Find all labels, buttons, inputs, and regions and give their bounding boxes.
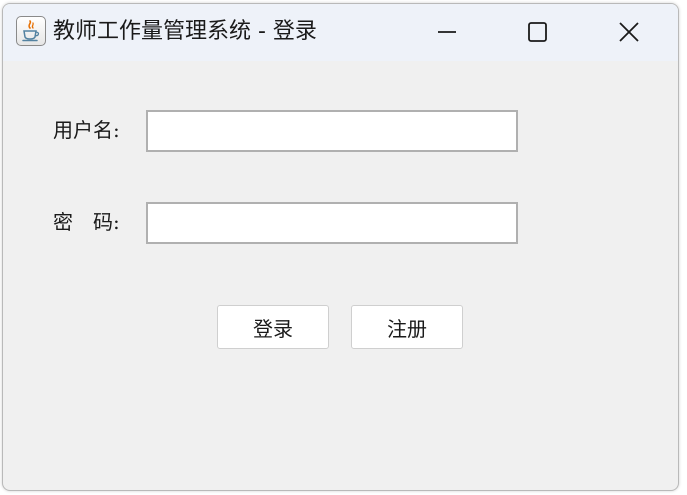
window-title: 教师工作量管理系统 - 登录 bbox=[53, 19, 317, 44]
username-label: 用户名: bbox=[53, 118, 120, 142]
password-label: 密 码: bbox=[53, 210, 120, 234]
minimize-icon bbox=[438, 31, 456, 33]
register-button[interactable]: 注册 bbox=[351, 305, 463, 349]
login-button[interactable]: 登录 bbox=[217, 305, 329, 349]
maximize-icon bbox=[528, 22, 547, 42]
close-icon bbox=[619, 22, 639, 42]
password-input[interactable] bbox=[146, 202, 518, 244]
username-input[interactable] bbox=[146, 110, 518, 152]
java-cup-icon[interactable] bbox=[16, 16, 46, 46]
maximize-button[interactable] bbox=[491, 4, 583, 61]
title-bar[interactable]: 教师工作量管理系统 - 登录 bbox=[3, 4, 678, 61]
login-window: 教师工作量管理系统 - 登录 用户名: 密 码: 登录 注册 bbox=[2, 3, 679, 491]
close-button[interactable] bbox=[583, 4, 675, 61]
minimize-button[interactable] bbox=[401, 4, 493, 61]
